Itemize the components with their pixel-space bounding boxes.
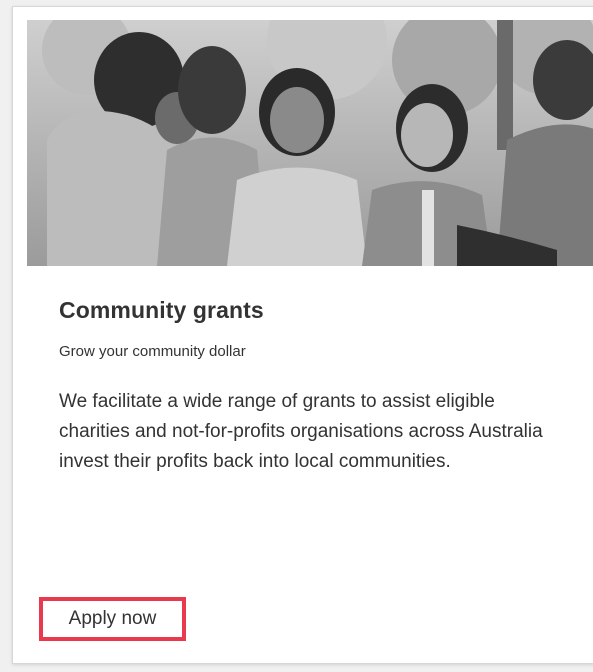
apply-now-link[interactable]: Apply now bbox=[39, 597, 186, 641]
community-grants-card: Community grants Grow your community dol… bbox=[12, 6, 593, 664]
card-photo bbox=[27, 20, 593, 266]
card-title: Community grants bbox=[59, 297, 264, 323]
people-photo-image bbox=[27, 20, 593, 266]
card-description: We facilitate a wide range of grants to … bbox=[59, 391, 543, 472]
card-subtitle: Grow your community dollar bbox=[59, 343, 246, 360]
